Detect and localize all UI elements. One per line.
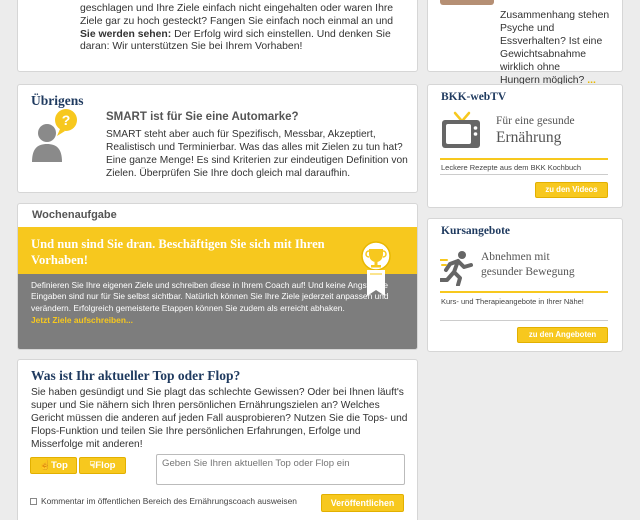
trophy-icon bbox=[361, 241, 391, 296]
intro-line: Ziele gar zu hoch gesteckt? Fangen Sie e… bbox=[80, 15, 394, 27]
article-teaser-box: Zusammenhang stehen Psyche und Essverhal… bbox=[427, 0, 623, 99]
publish-button[interactable]: Veröffentlichen bbox=[321, 494, 404, 512]
webtv-headline: Für eine gesunde bbox=[496, 115, 575, 127]
smart-body: SMART steht aber auch für Spezifisch, Me… bbox=[106, 129, 408, 179]
tv-icon bbox=[442, 111, 480, 148]
webtv-caption: Leckere Rezepte aus dem BKK Kochbuch bbox=[441, 163, 582, 172]
divider bbox=[440, 174, 608, 175]
courses-caption: Kurs- und Therapieangebote in Ihrer Nähe… bbox=[441, 297, 584, 306]
weekly-task-content: Definieren Sie Ihre eigenen Ziele und sc… bbox=[18, 274, 417, 349]
public-comment-label: Kommentar im öffentlichen Bereich des Er… bbox=[41, 496, 297, 506]
section-title: BKK-webTV bbox=[441, 91, 507, 103]
videos-button[interactable]: zu den Videos bbox=[535, 182, 608, 198]
section-title: Kursangebote bbox=[441, 225, 510, 237]
thumbs-up-icon: ☝ bbox=[39, 460, 52, 471]
runner-icon bbox=[440, 251, 473, 286]
public-comment-checkbox[interactable] bbox=[30, 498, 37, 505]
intro-rest: Der Erfolg wird sich einstellen. Und den… bbox=[171, 28, 391, 40]
webtv-headline-2: Ernährung bbox=[496, 129, 562, 146]
intro-line: geschlagen und Ihre Ziele einfach nicht … bbox=[80, 3, 394, 14]
intro-bold: Sie werden sehen: bbox=[80, 28, 172, 40]
section-title: Was ist Ihr aktueller Top oder Flop? bbox=[31, 368, 241, 383]
weekly-task-header: Wochenaufgabe bbox=[32, 209, 117, 221]
svg-text:?: ? bbox=[62, 112, 71, 128]
top-flop-input[interactable] bbox=[156, 454, 405, 485]
smart-heading: SMART ist für Sie eine Automarke? bbox=[106, 111, 299, 123]
intro-line: daran: Wir unterstützen Sie bei Ihrem Vo… bbox=[80, 41, 303, 53]
write-goals-link[interactable]: Jetzt Ziele aufschreiben... bbox=[31, 315, 404, 325]
top-flop-text: Sie haben gesündigt und Sie plagt das sc… bbox=[31, 387, 408, 450]
person-question-icon: ? bbox=[32, 109, 77, 162]
flop-button[interactable]: ☟Flop bbox=[79, 457, 126, 474]
top-button[interactable]: ☝Top bbox=[30, 457, 77, 474]
divider bbox=[440, 158, 608, 160]
divider bbox=[440, 320, 608, 321]
divider bbox=[440, 291, 608, 293]
weekly-task-banner: Und nun sind Sie dran. Beschäftigen Sie … bbox=[18, 227, 417, 274]
courses-headline: Abnehmen mit gesunder Bewegung bbox=[481, 251, 575, 278]
weekly-task-box: Wochenaufgabe Und nun sind Sie dran. Bes… bbox=[17, 203, 418, 350]
weekly-task-text: Definieren Sie Ihre eigenen Ziele und sc… bbox=[31, 280, 389, 313]
offers-button[interactable]: zu den Angeboten bbox=[517, 327, 608, 343]
article-photo bbox=[440, 0, 494, 5]
banner-text: Und nun sind Sie dran. Beschäftigen Sie … bbox=[31, 237, 325, 267]
intro-line: Sie werden sehen: Der Erfolg wird sich e… bbox=[80, 29, 403, 42]
intro-text-box: geschlagen und Ihre Ziele einfach nicht … bbox=[17, 0, 418, 72]
